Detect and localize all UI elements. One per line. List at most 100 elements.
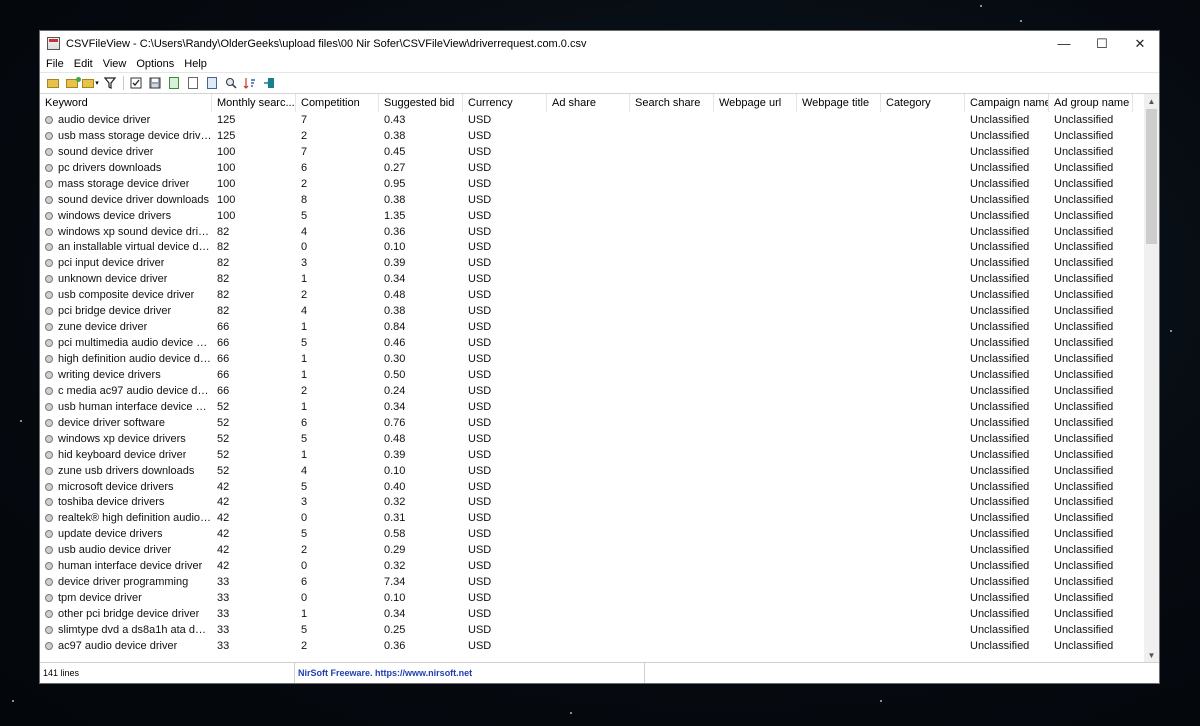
cell-currency: USD — [468, 448, 492, 461]
minimize-button[interactable]: — — [1045, 31, 1083, 56]
status-nirsoft-link[interactable]: NirSoft Freeware. https://www.nirsoft.ne… — [295, 663, 645, 683]
properties-icon[interactable] — [203, 75, 220, 91]
column-header-webpage-title[interactable]: Webpage title — [797, 94, 881, 112]
cell-ad-group-name: Unclassified — [1054, 496, 1114, 509]
table-row[interactable]: zune device driver 66 1 0.84 USD Unclassified… — [40, 319, 1159, 335]
menu-options[interactable]: Options — [132, 58, 178, 70]
cell-keyword: sound device driver downloads — [40, 194, 212, 206]
scroll-thumb[interactable] — [1146, 109, 1157, 244]
cell-monthly-searches: 82 — [217, 289, 230, 302]
vertical-scrollbar[interactable]: ▲ ▼ — [1144, 94, 1159, 662]
find-icon[interactable] — [222, 75, 239, 91]
cell-monthly-searches: 66 — [217, 321, 230, 334]
cell-campaign-name: Unclassified — [970, 608, 1030, 621]
cell-monthly-searches: 42 — [217, 496, 230, 509]
cell-currency: USD — [468, 113, 492, 126]
column-header-suggested-bid[interactable]: Suggested bid — [379, 94, 463, 112]
table-row[interactable]: writing device drivers 66 1 0.50 USD Unclassi… — [40, 367, 1159, 383]
maximize-button[interactable]: ☐ — [1083, 31, 1121, 56]
cell-currency: USD — [468, 177, 492, 190]
column-header-monthly-searches[interactable]: Monthly searc... — [212, 94, 296, 112]
table-row[interactable]: pci bridge device driver 82 4 0.38 USD Unclas… — [40, 303, 1159, 319]
table-row[interactable]: usb mass storage device driver xp 125 2 0.3… — [40, 128, 1159, 144]
scroll-up-arrow-icon[interactable]: ▲ — [1144, 94, 1159, 108]
refresh-icon[interactable] — [165, 75, 182, 91]
sort-icon[interactable] — [241, 75, 258, 91]
column-header-currency[interactable]: Currency — [463, 94, 547, 112]
table-row[interactable]: usb audio device driver 42 2 0.29 USD Unclass… — [40, 542, 1159, 558]
table-row[interactable]: windows device drivers 100 5 1.35 USD Unclass… — [40, 208, 1159, 224]
menu-file[interactable]: File — [42, 58, 68, 70]
cell-monthly-searches: 52 — [217, 400, 230, 413]
table-row[interactable]: device driver software 52 6 0.76 USD Unclassi… — [40, 415, 1159, 431]
table-row[interactable]: pci input device driver 82 3 0.39 USD Unclass… — [40, 255, 1159, 271]
table-row[interactable]: human interface device driver 42 0 0.32 USD U… — [40, 558, 1159, 574]
cell-keyword: sound device driver — [40, 146, 212, 158]
cell-campaign-name: Unclassified — [970, 177, 1030, 190]
table-row[interactable]: ac97 audio device driver 33 2 0.36 USD Unclas… — [40, 638, 1159, 654]
table-row[interactable]: hid keyboard device driver 52 1 0.39 USD Uncl… — [40, 447, 1159, 463]
column-header-competition[interactable]: Competition — [296, 94, 379, 112]
menu-view[interactable]: View — [99, 58, 131, 70]
scroll-down-arrow-icon[interactable]: ▼ — [1144, 648, 1159, 662]
column-header-webpage-url[interactable]: Webpage url — [714, 94, 797, 112]
close-button[interactable]: ✕ — [1121, 31, 1159, 56]
exit-icon[interactable] — [260, 75, 277, 91]
cell-suggested-bid: 0.38 — [384, 305, 406, 318]
table-row[interactable]: an installable virtual device drive... 82… — [40, 240, 1159, 256]
column-header-search-share[interactable]: Search share — [630, 94, 714, 112]
menu-help[interactable]: Help — [180, 58, 211, 70]
save-icon[interactable] — [146, 75, 163, 91]
table-row[interactable]: microsoft device drivers 42 5 0.40 USD Unclas… — [40, 479, 1159, 495]
choose-columns-icon[interactable] — [127, 75, 144, 91]
table-row[interactable]: other pci bridge device driver 33 1 0.34 USD… — [40, 606, 1159, 622]
table-row[interactable]: unknown device driver 82 1 0.34 USD Unclassif… — [40, 271, 1159, 287]
table-row[interactable]: mass storage device driver 100 2 0.95 USD Unc… — [40, 176, 1159, 192]
cell-monthly-searches: 125 — [217, 129, 236, 142]
column-header-ad-share[interactable]: Ad share — [547, 94, 630, 112]
column-header-campaign-name[interactable]: Campaign name — [965, 94, 1049, 112]
cell-ad-group-name: Unclassified — [1054, 432, 1114, 445]
column-header-keyword[interactable]: Keyword — [40, 94, 212, 112]
cell-campaign-name: Unclassified — [970, 161, 1030, 174]
table-row[interactable]: update device drivers 42 5 0.58 USD Unclassif… — [40, 526, 1159, 542]
table-row[interactable]: c media ac97 audio device driver 66 2 0.24 U… — [40, 383, 1159, 399]
table-row[interactable]: zune usb drivers downloads 52 4 0.10 USD Uncl… — [40, 463, 1159, 479]
table-row[interactable]: audio device driver 125 7 0.43 USD Unclassifi… — [40, 112, 1159, 128]
column-header-ad-group-name[interactable]: Ad group name — [1049, 94, 1133, 112]
table-row[interactable]: sound device driver 100 7 0.45 USD Unclassifi… — [40, 144, 1159, 160]
keyword-text: sound device driver downloads — [58, 193, 210, 206]
cell-monthly-searches: 42 — [217, 528, 230, 541]
table-row[interactable]: high definition audio device driver 66 1 0.… — [40, 351, 1159, 367]
table-row[interactable]: sound device driver downloads 100 8 0.38 USD… — [40, 192, 1159, 208]
table-row[interactable]: toshiba device drivers 42 3 0.32 USD Unclassi… — [40, 495, 1159, 511]
cell-competition: 2 — [301, 544, 308, 557]
table-row[interactable]: slimtype dvd a ds8a1h ata devic... 33 5 0.2… — [40, 622, 1159, 638]
cell-keyword: human interface device driver — [40, 560, 212, 572]
title-bar[interactable]: CSVFileView - C:\Users\Randy\OlderGeeks\… — [40, 31, 1159, 56]
menu-bar: File Edit View Options Help — [40, 56, 1159, 72]
table-row[interactable]: windows xp device drivers 52 5 0.48 USD Uncla… — [40, 431, 1159, 447]
open-folder-green-icon[interactable] — [63, 75, 81, 91]
cell-campaign-name: Unclassified — [970, 480, 1030, 493]
table-row[interactable]: realtek® high definition audio d... 42 0 0.… — [40, 510, 1159, 526]
keyword-text: writing device drivers — [58, 368, 161, 381]
folder-dropdown-icon[interactable]: ▾ — [82, 75, 99, 91]
menu-edit[interactable]: Edit — [70, 58, 97, 70]
copy-icon[interactable] — [184, 75, 201, 91]
cell-currency: USD — [468, 305, 492, 318]
toolbar-separator — [123, 76, 124, 90]
cell-campaign-name: Unclassified — [970, 337, 1030, 350]
open-folder-icon[interactable] — [44, 75, 61, 91]
table-row[interactable]: pci multimedia audio device dri... 66 5 0.4… — [40, 335, 1159, 351]
column-header-category[interactable]: Category — [881, 94, 965, 112]
table-row[interactable]: pc drivers downloads 100 6 0.27 USD Unclassif… — [40, 160, 1159, 176]
cell-suggested-bid: 0.36 — [384, 639, 406, 652]
table-row[interactable]: device driver programming 33 6 7.34 USD Uncla… — [40, 574, 1159, 590]
table-row[interactable]: windows xp sound device driver 82 4 0.36 USD… — [40, 224, 1159, 240]
filter-icon[interactable] — [101, 75, 118, 91]
table-row[interactable]: usb composite device driver 82 2 0.48 USD Unc… — [40, 287, 1159, 303]
table-row[interactable]: tpm device driver 33 0 0.10 USD Unclassified U… — [40, 590, 1159, 606]
table-row[interactable]: usb human interface device driver 52 1 0.34… — [40, 399, 1159, 415]
cell-ad-group-name: Unclassified — [1054, 273, 1114, 286]
